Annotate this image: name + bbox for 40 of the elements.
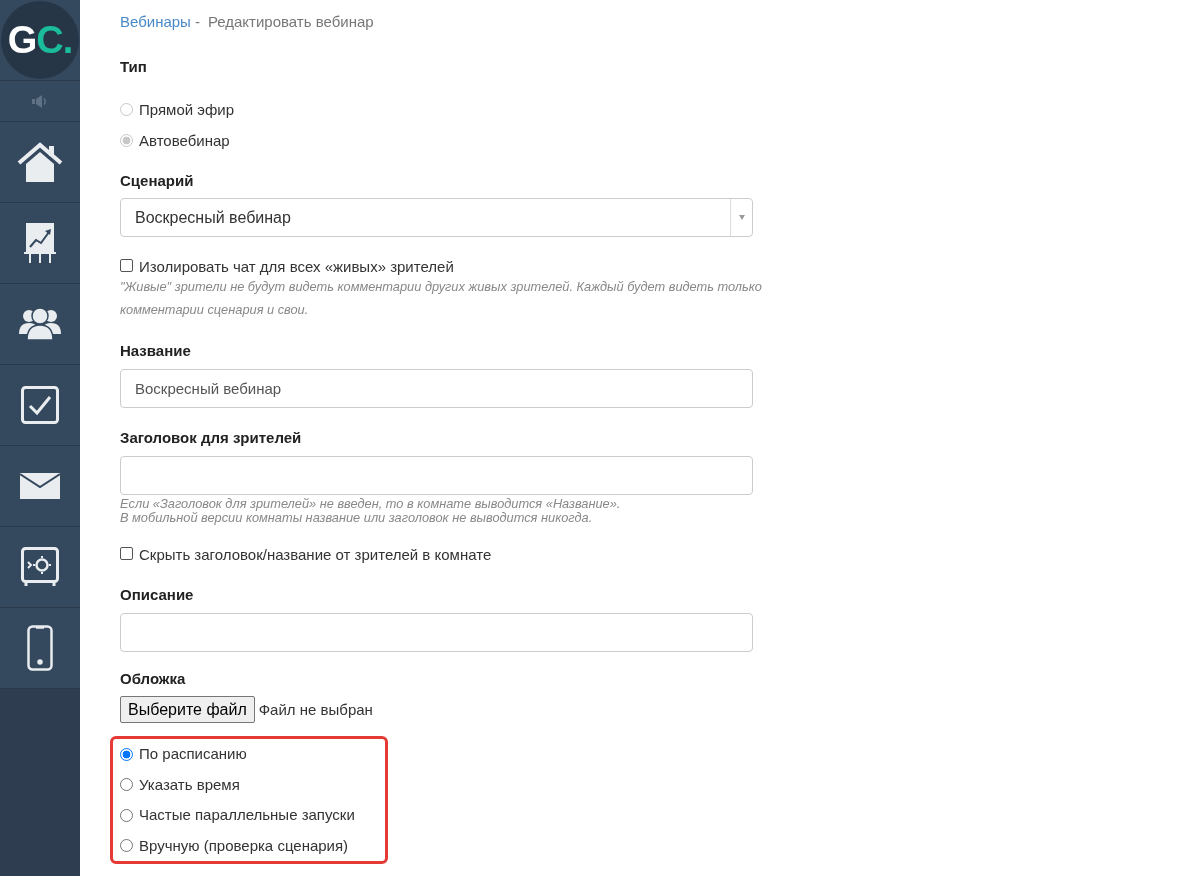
envelope-icon[interactable] bbox=[20, 473, 60, 499]
hint-text: "Живые" зрители не будут видеть комментарии других живых зрителей. Каждый будет видеть только комментарии сценария и свои. bbox=[120, 278, 762, 319]
checkbox-icon[interactable] bbox=[21, 386, 59, 424]
field-label: Сценарий bbox=[120, 171, 195, 191]
checkbox-label: Изолировать чат для всех «живых» зрителей bbox=[139, 257, 454, 277]
file-status-text: Файл не выбран bbox=[258, 701, 373, 718]
breadcrumb-separator: - bbox=[194, 12, 200, 32]
input-field[interactable]: Воскресный вебинар bbox=[120, 369, 753, 408]
radio-label: Вручную (проверка сценария) bbox=[139, 835, 349, 856]
input-field[interactable] bbox=[120, 456, 753, 495]
field-label: Название bbox=[120, 341, 192, 361]
radio-label: Указать время bbox=[139, 774, 240, 795]
field-label: Обложка bbox=[120, 669, 187, 689]
radio-label: Частые параллельные запуски bbox=[139, 805, 355, 826]
radio-label: Прямой эфир bbox=[139, 99, 234, 120]
radio-label: Автовебинар bbox=[139, 130, 230, 151]
select-field[interactable]: Воскресный вебинар bbox=[120, 198, 753, 237]
field-label: Тип bbox=[120, 57, 148, 77]
input-field[interactable] bbox=[120, 613, 753, 652]
people-icon[interactable] bbox=[19, 308, 61, 340]
checkbox[interactable] bbox=[120, 259, 133, 272]
field-label: Описание bbox=[120, 585, 195, 605]
checkbox[interactable] bbox=[120, 547, 133, 560]
radio-button[interactable] bbox=[120, 808, 133, 822]
smartphone-icon[interactable] bbox=[27, 625, 53, 671]
radio-button[interactable] bbox=[120, 839, 133, 853]
chart-board-icon[interactable] bbox=[24, 222, 56, 264]
field-label: Заголовок для зрителей bbox=[120, 428, 303, 448]
home-icon[interactable] bbox=[17, 142, 63, 182]
file-button[interactable]: Выберите файл bbox=[120, 696, 255, 723]
safe-icon[interactable] bbox=[21, 547, 59, 587]
checkbox-label: Скрыть заголовок/название от зрителей в комнате bbox=[139, 545, 492, 565]
logo[interactable]: GC. bbox=[1, 1, 79, 79]
breadcrumb-current: Редактировать вебинар bbox=[207, 12, 374, 32]
radio-button[interactable] bbox=[120, 747, 133, 761]
radio-label: По расписанию bbox=[139, 744, 247, 765]
breadcrumb-link[interactable]: Вебинары bbox=[120, 12, 191, 32]
caret-icon bbox=[738, 215, 745, 220]
radio-button[interactable] bbox=[120, 778, 133, 792]
hint-text: Если «Заголовок для зрителей» не введен, то в комнате выводится «Название». В мобильной версии комнаты название или заголовок не выводится никогда. bbox=[120, 497, 621, 525]
